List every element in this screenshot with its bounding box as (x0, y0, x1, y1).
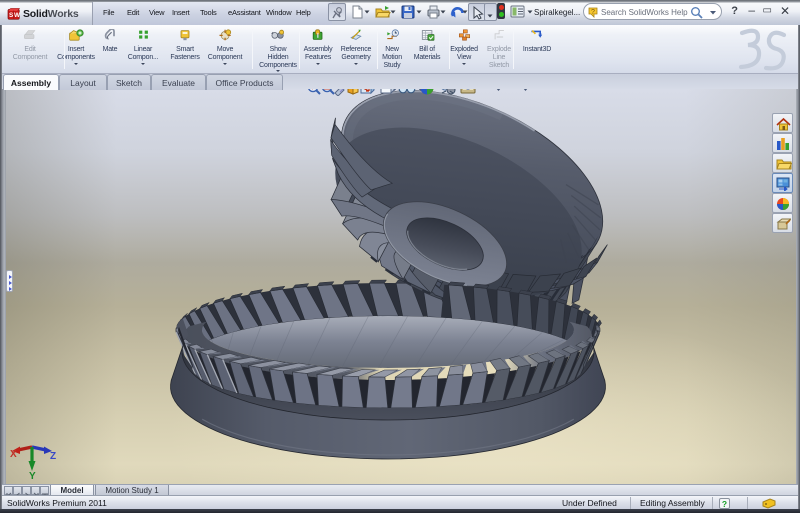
svg-text:W: W (14, 12, 20, 19)
svg-text:X: X (10, 449, 17, 460)
svg-text:Z: Z (50, 451, 56, 462)
svg-text:S: S (9, 12, 13, 19)
svg-text:Y: Y (29, 471, 36, 479)
svg-text:?: ? (591, 9, 595, 16)
